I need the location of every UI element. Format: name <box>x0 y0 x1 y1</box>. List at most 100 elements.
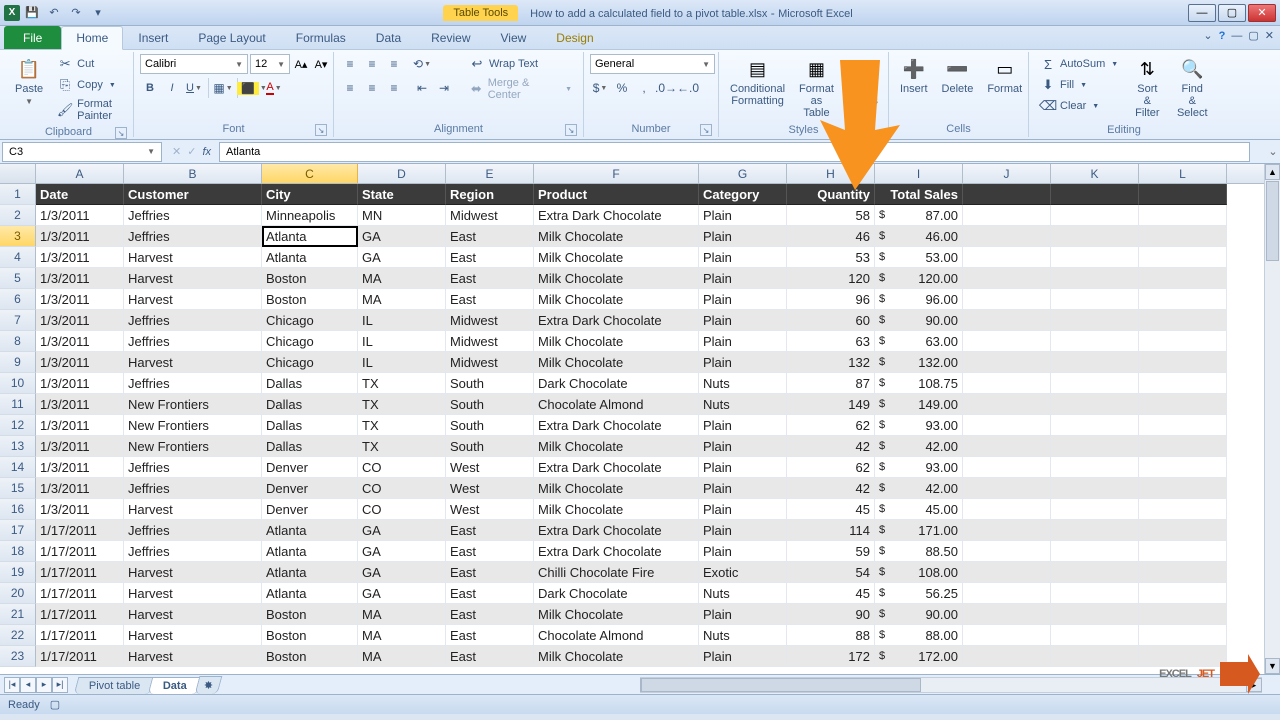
table-cell[interactable]: Extra Dark Chocolate <box>534 205 699 226</box>
table-cell[interactable]: Plain <box>699 478 787 499</box>
clear-button[interactable]: ⌫Clear▼ <box>1035 96 1123 116</box>
table-cell[interactable]: Nuts <box>699 583 787 604</box>
table-cell[interactable]: Jeffries <box>124 520 262 541</box>
table-cell[interactable] <box>1139 226 1227 247</box>
column-header-A[interactable]: A <box>36 164 124 183</box>
table-cell[interactable]: CO <box>358 457 446 478</box>
font-size-combo[interactable]: 12▼ <box>250 54 290 74</box>
ribbon-tab-design[interactable]: Design <box>541 26 608 49</box>
expand-formula-bar-icon[interactable]: ⌄ <box>1266 145 1280 158</box>
ribbon-tab-home[interactable]: Home <box>61 26 123 50</box>
table-header-cell[interactable]: Quantity <box>787 184 875 205</box>
name-box-dropdown-icon[interactable]: ▼ <box>147 147 155 156</box>
table-cell[interactable] <box>963 478 1051 499</box>
table-cell[interactable]: Midwest <box>446 205 534 226</box>
table-cell[interactable]: Midwest <box>446 310 534 331</box>
autosum-button[interactable]: ΣAutoSum▼ <box>1035 54 1123 74</box>
table-cell[interactable]: TX <box>358 373 446 394</box>
cell-styles-button[interactable]: ▥Cell Styles <box>843 54 883 110</box>
table-cell[interactable] <box>1051 268 1139 289</box>
table-cell[interactable]: MA <box>358 604 446 625</box>
table-cell[interactable]: $46.00 <box>875 226 963 247</box>
table-cell[interactable] <box>1139 520 1227 541</box>
table-header-cell[interactable]: Customer <box>124 184 262 205</box>
table-cell[interactable]: 42 <box>787 436 875 457</box>
scroll-right-icon[interactable]: ▸ <box>1246 678 1262 692</box>
table-cell[interactable]: Atlanta <box>262 541 358 562</box>
table-cell[interactable]: Harvest <box>124 352 262 373</box>
table-cell[interactable] <box>963 436 1051 457</box>
column-header-B[interactable]: B <box>124 164 262 183</box>
table-cell[interactable]: Jeffries <box>124 457 262 478</box>
font-name-combo[interactable]: Calibri▼ <box>140 54 248 74</box>
increase-decimal-button[interactable]: .0→ <box>656 78 676 98</box>
table-cell[interactable] <box>1139 289 1227 310</box>
table-cell[interactable] <box>1051 583 1139 604</box>
table-cell[interactable]: 58 <box>787 205 875 226</box>
ribbon-tab-page-layout[interactable]: Page Layout <box>183 26 280 49</box>
table-cell[interactable]: Dallas <box>262 415 358 436</box>
row-header[interactable]: 17 <box>0 520 36 541</box>
table-cell[interactable]: GA <box>358 226 446 247</box>
scroll-down-icon[interactable]: ▼ <box>1265 658 1280 674</box>
table-cell[interactable]: 45 <box>787 499 875 520</box>
table-cell[interactable]: 1/3/2011 <box>36 205 124 226</box>
table-cell[interactable]: GA <box>358 562 446 583</box>
table-cell[interactable]: Plain <box>699 499 787 520</box>
table-cell[interactable]: Chilli Chocolate Fire <box>534 562 699 583</box>
row-header[interactable]: 20 <box>0 583 36 604</box>
table-cell[interactable]: East <box>446 520 534 541</box>
row-header[interactable]: 22 <box>0 625 36 646</box>
table-cell[interactable]: Exotic <box>699 562 787 583</box>
table-cell[interactable]: Atlanta <box>262 226 358 247</box>
table-cell[interactable]: Milk Chocolate <box>534 289 699 310</box>
table-cell[interactable]: Harvest <box>124 646 262 667</box>
table-cell[interactable]: Milk Chocolate <box>534 646 699 667</box>
table-cell[interactable]: Plain <box>699 352 787 373</box>
help-icon[interactable]: ? <box>1219 30 1226 42</box>
align-bottom-button[interactable]: ≡ <box>384 54 404 74</box>
table-cell[interactable]: West <box>446 457 534 478</box>
table-cell[interactable] <box>1139 373 1227 394</box>
align-right-button[interactable]: ≡ <box>384 78 404 98</box>
table-cell[interactable]: 90 <box>787 604 875 625</box>
row-header[interactable]: 4 <box>0 247 36 268</box>
format-painter-button[interactable]: 🖌Format Painter <box>52 96 127 124</box>
table-cell[interactable]: Harvest <box>124 625 262 646</box>
number-format-combo[interactable]: General▼ <box>590 54 715 74</box>
table-cell[interactable]: Milk Chocolate <box>534 352 699 373</box>
italic-button[interactable]: I <box>162 78 182 98</box>
table-cell[interactable]: Dallas <box>262 394 358 415</box>
table-cell[interactable] <box>1139 646 1227 667</box>
table-cell[interactable]: East <box>446 646 534 667</box>
table-cell[interactable]: Milk Chocolate <box>534 604 699 625</box>
table-cell[interactable] <box>1139 499 1227 520</box>
scroll-up-icon[interactable]: ▲ <box>1265 164 1280 180</box>
vertical-scroll-thumb[interactable] <box>1266 181 1279 261</box>
table-cell[interactable]: Nuts <box>699 394 787 415</box>
table-cell[interactable] <box>1139 562 1227 583</box>
copy-button[interactable]: ⎘Copy▼ <box>52 75 127 95</box>
table-cell[interactable]: MA <box>358 646 446 667</box>
table-cell[interactable]: $45.00 <box>875 499 963 520</box>
table-cell[interactable] <box>1051 373 1139 394</box>
table-cell[interactable]: CO <box>358 499 446 520</box>
decrease-decimal-button[interactable]: ←.0 <box>678 78 698 98</box>
table-cell[interactable] <box>963 247 1051 268</box>
table-cell[interactable]: Midwest <box>446 352 534 373</box>
table-header-cell[interactable]: City <box>262 184 358 205</box>
table-cell[interactable]: 172 <box>787 646 875 667</box>
horizontal-scrollbar[interactable]: ◂ ▸ <box>640 677 1262 693</box>
fill-button[interactable]: ⬇Fill▼ <box>1035 75 1123 95</box>
table-cell[interactable]: 1/3/2011 <box>36 415 124 436</box>
shrink-font-button[interactable]: A▾ <box>312 54 330 74</box>
table-cell[interactable]: 120 <box>787 268 875 289</box>
maximize-button[interactable]: ▢ <box>1218 4 1246 22</box>
table-cell[interactable]: Extra Dark Chocolate <box>534 541 699 562</box>
table-cell[interactable]: 149 <box>787 394 875 415</box>
table-cell[interactable] <box>1139 394 1227 415</box>
row-header[interactable]: 5 <box>0 268 36 289</box>
table-cell[interactable] <box>963 352 1051 373</box>
table-header-cell[interactable] <box>963 184 1051 205</box>
table-cell[interactable]: GA <box>358 520 446 541</box>
